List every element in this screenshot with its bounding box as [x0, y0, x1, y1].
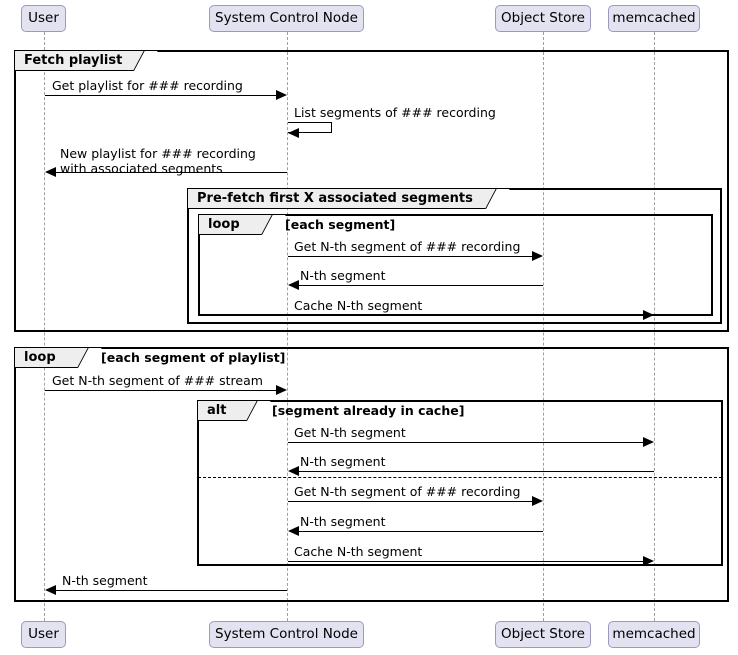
frame-tab-prefetch-segments: Pre-fetch first X associated segments: [188, 189, 510, 209]
message-label-nth-segment-cache: N-th segment: [300, 454, 386, 469]
message-line-get-nth-segment-cache: [288, 442, 648, 443]
frame-alt-segment-in-cache: [197, 400, 723, 566]
arrowhead-nth-segment-2: [288, 526, 299, 536]
participant-memcached-bottom[interactable]: memcached: [608, 621, 700, 648]
arrowhead-new-playlist: [45, 167, 56, 177]
frame-tab-label-alt-segment-in-cache: alt: [207, 403, 227, 418]
sequence-diagram: User System Control Node Object Store me…: [0, 0, 738, 655]
message-line-nth-segment-2: [293, 531, 543, 532]
message-line-get-nth-segment-recording-1: [288, 256, 537, 257]
message-line-get-nth-segment-recording-2: [288, 501, 537, 502]
message-line-nth-segment-final: [50, 590, 287, 591]
alt-else-divider: [198, 477, 722, 478]
frame-tab-label-prefetch-segments: Pre-fetch first X associated segments: [197, 191, 473, 206]
participant-user-bottom[interactable]: User: [21, 621, 66, 648]
frame-condition-loop-each-segment: [each segment]: [285, 217, 396, 232]
participant-object-store-top[interactable]: Object Store: [495, 5, 591, 32]
message-label-cache-nth-segment-2: Cache N-th segment: [294, 544, 423, 559]
participant-object-store-bottom[interactable]: Object Store: [495, 621, 591, 648]
message-line-get-playlist: [45, 95, 281, 96]
frame-tab-label-fetch-playlist: Fetch playlist: [24, 53, 123, 68]
arrowhead-nth-segment-final: [45, 585, 56, 595]
message-label-get-nth-segment-recording-2: Get N-th segment of ### recording: [294, 484, 521, 499]
message-label-nth-segment-1: N-th segment: [300, 268, 386, 283]
message-line-cache-nth-segment-1: [288, 315, 648, 316]
arrowhead-get-nth-segment-stream: [276, 385, 287, 395]
arrowhead-get-nth-segment-cache: [643, 437, 654, 447]
message-label-get-playlist: Get playlist for ### recording: [52, 78, 243, 93]
participant-system-control-node-top[interactable]: System Control Node: [209, 5, 364, 32]
message-label-get-nth-segment-stream: Get N-th segment of ### stream: [52, 373, 263, 388]
message-label-nth-segment-2: N-th segment: [300, 514, 386, 529]
message-label-new-playlist-line1: New playlist for ### recording: [60, 146, 256, 161]
arrowhead-get-nth-segment-recording-1: [532, 251, 543, 261]
frame-tab-loop-each-segment: loop: [199, 215, 286, 235]
message-label-get-nth-segment-cache: Get N-th segment: [294, 425, 406, 440]
arrowhead-get-nth-segment-recording-2: [532, 496, 543, 506]
arrowhead-nth-segment-cache: [288, 466, 299, 476]
message-line-nth-segment-cache: [293, 471, 654, 472]
arrowhead-nth-segment-1: [288, 280, 299, 290]
message-line-new-playlist: [50, 172, 287, 173]
frame-tab-label-loop-each-segment: loop: [208, 217, 240, 232]
arrowhead-get-playlist: [276, 90, 287, 100]
message-label-nth-segment-final: N-th segment: [62, 573, 148, 588]
arrowhead-cache-nth-segment-2: [643, 556, 654, 566]
arrowhead-list-segments: [288, 128, 299, 138]
frame-tab-fetch-playlist: Fetch playlist: [15, 51, 158, 71]
message-label-cache-nth-segment-1: Cache N-th segment: [294, 298, 423, 313]
participant-user-top[interactable]: User: [21, 5, 66, 32]
message-line-nth-segment-1: [293, 285, 543, 286]
frame-tab-label-loop-each-segment-of-playlist: loop: [24, 350, 56, 365]
message-label-new-playlist-line2: with associated segments: [60, 161, 223, 176]
frame-condition-alt-segment-in-cache: [segment already in cache]: [272, 403, 465, 418]
participant-system-control-node-bottom[interactable]: System Control Node: [209, 621, 364, 648]
message-line-get-nth-segment-stream: [45, 390, 281, 391]
frame-condition-loop-each-segment-of-playlist: [each segment of playlist]: [101, 350, 286, 365]
frame-tab-loop-each-segment-of-playlist: loop: [15, 348, 102, 368]
arrowhead-cache-nth-segment-1: [643, 310, 654, 320]
frame-tab-alt-segment-in-cache: alt: [198, 401, 271, 421]
message-label-list-segments: List segments of ### recording: [294, 105, 496, 120]
message-line-cache-nth-segment-2: [288, 561, 648, 562]
participant-memcached-top[interactable]: memcached: [608, 5, 700, 32]
message-label-get-nth-segment-recording-1: Get N-th segment of ### recording: [294, 239, 521, 254]
